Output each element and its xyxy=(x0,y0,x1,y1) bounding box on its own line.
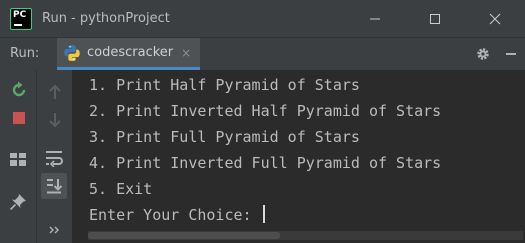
more-icon xyxy=(49,226,59,234)
gear-icon xyxy=(477,48,489,60)
hide-panel-button[interactable] xyxy=(497,47,525,61)
scroll-to-end-button[interactable] xyxy=(41,173,67,199)
title-bar: PC Run - pythonProject xyxy=(0,0,525,37)
console-line: 2. Print Inverted Half Pyramid of Stars xyxy=(89,102,442,120)
horizontal-scrollbar[interactable] xyxy=(88,231,523,240)
run-label: Run: xyxy=(10,46,40,61)
maximize-button[interactable] xyxy=(405,0,465,37)
soft-wrap-button[interactable] xyxy=(44,148,64,168)
console-output[interactable]: 1. Print Half Pyramid of Stars 2. Print … xyxy=(73,70,525,243)
console-line: 5. Exit xyxy=(89,180,153,198)
console-input-line[interactable]: Enter Your Choice: xyxy=(89,205,265,225)
layout-button[interactable] xyxy=(8,150,28,170)
scrollbar-thumb[interactable] xyxy=(88,232,280,239)
close-button[interactable] xyxy=(465,0,525,37)
down-arrow-icon xyxy=(49,113,61,128)
window-title: Run - pythonProject xyxy=(42,11,170,26)
pin-tab-button[interactable] xyxy=(8,192,28,212)
app-icon-text: PC xyxy=(13,9,27,20)
window-controls xyxy=(345,0,525,37)
tab-label: codescracker xyxy=(87,45,174,60)
minimize-icon xyxy=(370,18,380,19)
tab-codescracker[interactable]: codescracker × xyxy=(57,38,200,70)
maximize-icon xyxy=(430,13,440,24)
minimize-button[interactable] xyxy=(345,0,405,37)
run-tab-bar: Run: codescracker × xyxy=(0,37,525,70)
python-icon xyxy=(64,44,80,61)
rerun-button[interactable] xyxy=(9,80,29,100)
console-line: 4. Print Inverted Full Pyramid of Stars xyxy=(89,154,442,172)
hide-icon xyxy=(506,53,516,55)
left-toolbar xyxy=(0,70,37,243)
tab-close-icon[interactable]: × xyxy=(181,46,191,60)
stop-icon xyxy=(13,112,25,124)
stop-button[interactable] xyxy=(9,108,29,128)
next-occurrence-button[interactable] xyxy=(45,110,65,130)
close-icon xyxy=(489,13,501,24)
input-prompt: Enter Your Choice: xyxy=(89,206,261,224)
run-panel-tools xyxy=(469,38,525,70)
console-line: 1. Print Half Pyramid of Stars xyxy=(89,76,360,94)
rerun-icon xyxy=(12,81,26,97)
previous-occurrence-button[interactable] xyxy=(45,82,65,102)
layout-icon xyxy=(10,153,26,166)
soft-wrap-icon xyxy=(46,151,63,167)
console-line: 3. Print Full Pyramid of Stars xyxy=(89,128,360,146)
pin-icon xyxy=(9,194,26,211)
text-cursor xyxy=(262,205,265,223)
settings-button[interactable] xyxy=(469,46,497,62)
up-arrow-icon xyxy=(49,84,61,99)
pycharm-app-icon: PC xyxy=(10,7,32,30)
more-tools-button[interactable] xyxy=(45,220,65,240)
console-toolbar xyxy=(37,70,73,243)
scroll-to-end-icon xyxy=(47,179,63,194)
